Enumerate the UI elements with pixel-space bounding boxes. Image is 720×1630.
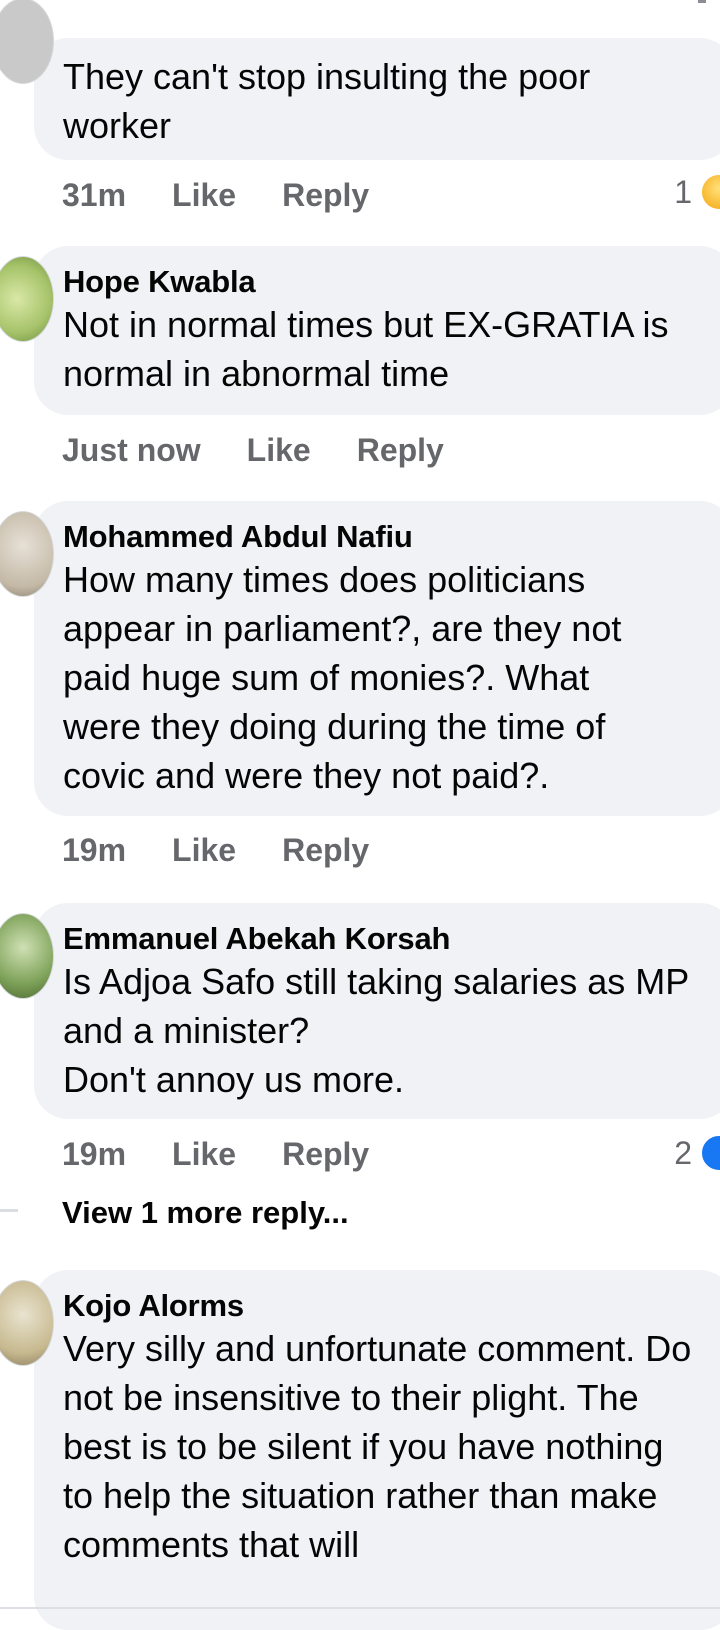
comment-bubble[interactable]: Mohammed Abdul Nafiu How many times does… <box>0 501 720 816</box>
like-button[interactable]: Like <box>172 1136 236 1173</box>
thread-connector <box>0 1209 18 1212</box>
avatar[interactable] <box>0 0 54 84</box>
comment-text: They can't stop insulting the poor worke… <box>63 56 591 146</box>
reply-button[interactable]: Reply <box>282 1136 369 1173</box>
comment-time[interactable]: 19m <box>62 832 126 869</box>
comment-time[interactable]: 19m <box>62 1136 126 1173</box>
comment-time[interactable]: Just now <box>62 432 201 469</box>
top-strip <box>0 0 720 38</box>
scroll-indicator <box>698 0 706 3</box>
comment-bubble[interactable]: Emmanuel Abekah Korsah Is Adjoa Safo sti… <box>0 903 720 1119</box>
view-more-replies-link[interactable]: View 1 more reply... <box>62 1195 349 1231</box>
comment-author[interactable]: Hope Kwabla <box>63 264 720 300</box>
comment-text: Not in normal times but EX-GRATIA is nor… <box>63 304 669 394</box>
reply-button[interactable]: Reply <box>282 832 369 869</box>
comment-bubble[interactable]: Kojo Alorms Very silly and unfortunate c… <box>0 1270 720 1630</box>
comment-actions: 19m Like Reply <box>62 1134 369 1174</box>
reply-button[interactable]: Reply <box>282 177 369 214</box>
comment-time[interactable]: 31m <box>62 177 126 214</box>
comment-actions: 19m Like Reply <box>62 830 369 870</box>
comment-text: How many times does politicians appear i… <box>63 559 622 796</box>
comment-bubble[interactable]: They can't stop insulting the poor worke… <box>0 0 720 160</box>
like-button[interactable]: Like <box>172 832 236 869</box>
reaction-summary[interactable]: 2 <box>674 1133 720 1173</box>
reply-button[interactable]: Reply <box>357 432 444 469</box>
avatar[interactable] <box>0 1280 54 1366</box>
avatar[interactable] <box>0 256 54 342</box>
avatar[interactable] <box>0 511 54 597</box>
comment-actions: Just now Like Reply <box>62 430 444 470</box>
comment-text: Very silly and unfortunate comment. Do n… <box>63 1328 692 1565</box>
reaction-count: 2 <box>674 1134 692 1171</box>
like-icon <box>700 1134 720 1172</box>
comment-actions: 31m Like Reply <box>62 175 369 215</box>
comment-author[interactable]: Emmanuel Abekah Korsah <box>63 921 720 957</box>
haha-icon <box>700 173 720 211</box>
comment-author[interactable]: Kojo Alorms <box>63 1288 720 1324</box>
like-button[interactable]: Like <box>247 432 311 469</box>
reaction-count: 1 <box>674 173 692 210</box>
like-button[interactable]: Like <box>172 177 236 214</box>
reaction-summary[interactable]: 1 <box>674 172 720 212</box>
comment-bubble[interactable]: Hope Kwabla Not in normal times but EX-G… <box>0 246 720 415</box>
comment-author[interactable]: Mohammed Abdul Nafiu <box>63 519 720 555</box>
comment-text: Is Adjoa Safo still taking salaries as M… <box>63 961 689 1100</box>
avatar[interactable] <box>0 913 54 999</box>
